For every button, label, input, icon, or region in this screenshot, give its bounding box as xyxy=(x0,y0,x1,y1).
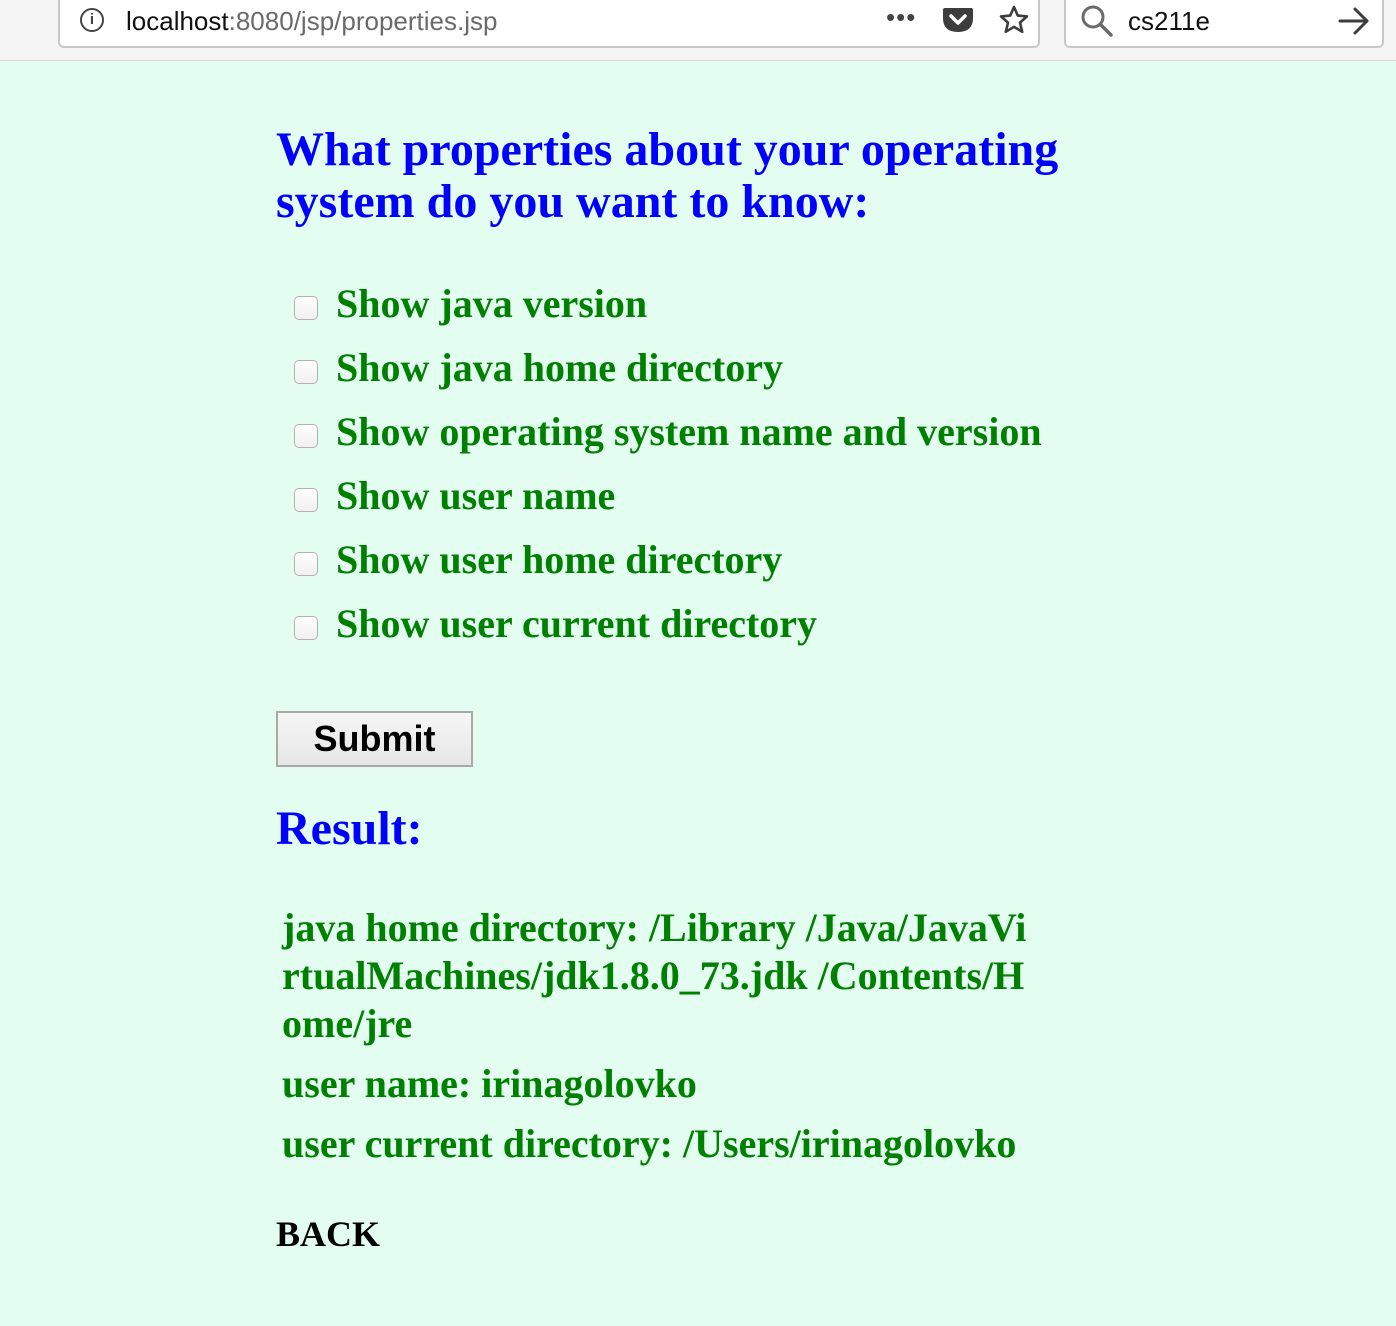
page-title: What properties about your operating sys… xyxy=(276,123,1059,228)
option-label[interactable]: Show user current directory xyxy=(336,600,817,648)
url-host: localhost xyxy=(126,6,229,36)
user-name-checkbox[interactable] xyxy=(294,488,318,512)
properties-options-list: Show java version Show java home directo… xyxy=(294,280,1042,664)
url-text[interactable]: localhost:8080/jsp/properties.jsp xyxy=(126,6,497,37)
back-link[interactable]: BACK xyxy=(276,1214,380,1254)
os-name-version-checkbox[interactable] xyxy=(294,424,318,448)
browser-toolbar: i localhost:8080/jsp/properties.jsp ••• … xyxy=(0,0,1396,61)
result-user-name: user name: irinagolovko xyxy=(282,1061,697,1106)
java-version-checkbox[interactable] xyxy=(294,296,318,320)
arrow-right-icon[interactable] xyxy=(1338,6,1370,36)
result-java-home: java home directory: /Library /Java/Java… xyxy=(282,905,1027,1046)
user-home-checkbox[interactable] xyxy=(294,552,318,576)
result-user-current-dir: user current directory: /Users/irinagolo… xyxy=(282,1121,1017,1166)
search-input[interactable]: cs211e xyxy=(1128,6,1210,37)
option-label[interactable]: Show user home directory xyxy=(336,536,782,584)
submit-button[interactable]: Submit xyxy=(276,711,473,767)
url-path: :8080/jsp/properties.jsp xyxy=(228,6,498,36)
option-label[interactable]: Show user name xyxy=(336,472,615,520)
search-bar[interactable]: cs211e xyxy=(1064,0,1384,48)
result-heading: Result: xyxy=(276,802,423,855)
option-label[interactable]: Show java home directory xyxy=(336,344,783,392)
results-list: java home directory: /Library /Java/Java… xyxy=(282,904,1042,1180)
option-os-name-version[interactable]: Show operating system name and version xyxy=(294,408,1042,472)
option-user-name[interactable]: Show user name xyxy=(294,472,1042,536)
option-user-current-dir[interactable]: Show user current directory xyxy=(294,600,1042,664)
option-java-home[interactable]: Show java home directory xyxy=(294,344,1042,408)
page-actions-menu-icon[interactable]: ••• xyxy=(886,2,916,33)
option-label[interactable]: Show operating system name and version xyxy=(336,408,1042,456)
address-bar[interactable]: i localhost:8080/jsp/properties.jsp ••• xyxy=(58,0,1040,48)
pocket-icon[interactable] xyxy=(942,6,974,34)
search-icon xyxy=(1081,5,1113,37)
option-user-home[interactable]: Show user home directory xyxy=(294,536,1042,600)
info-icon[interactable]: i xyxy=(80,8,104,32)
option-label[interactable]: Show java version xyxy=(336,280,647,328)
user-current-dir-checkbox[interactable] xyxy=(294,616,318,640)
option-java-version[interactable]: Show java version xyxy=(294,280,1042,344)
bookmark-star-icon[interactable] xyxy=(998,4,1030,36)
java-home-checkbox[interactable] xyxy=(294,360,318,384)
